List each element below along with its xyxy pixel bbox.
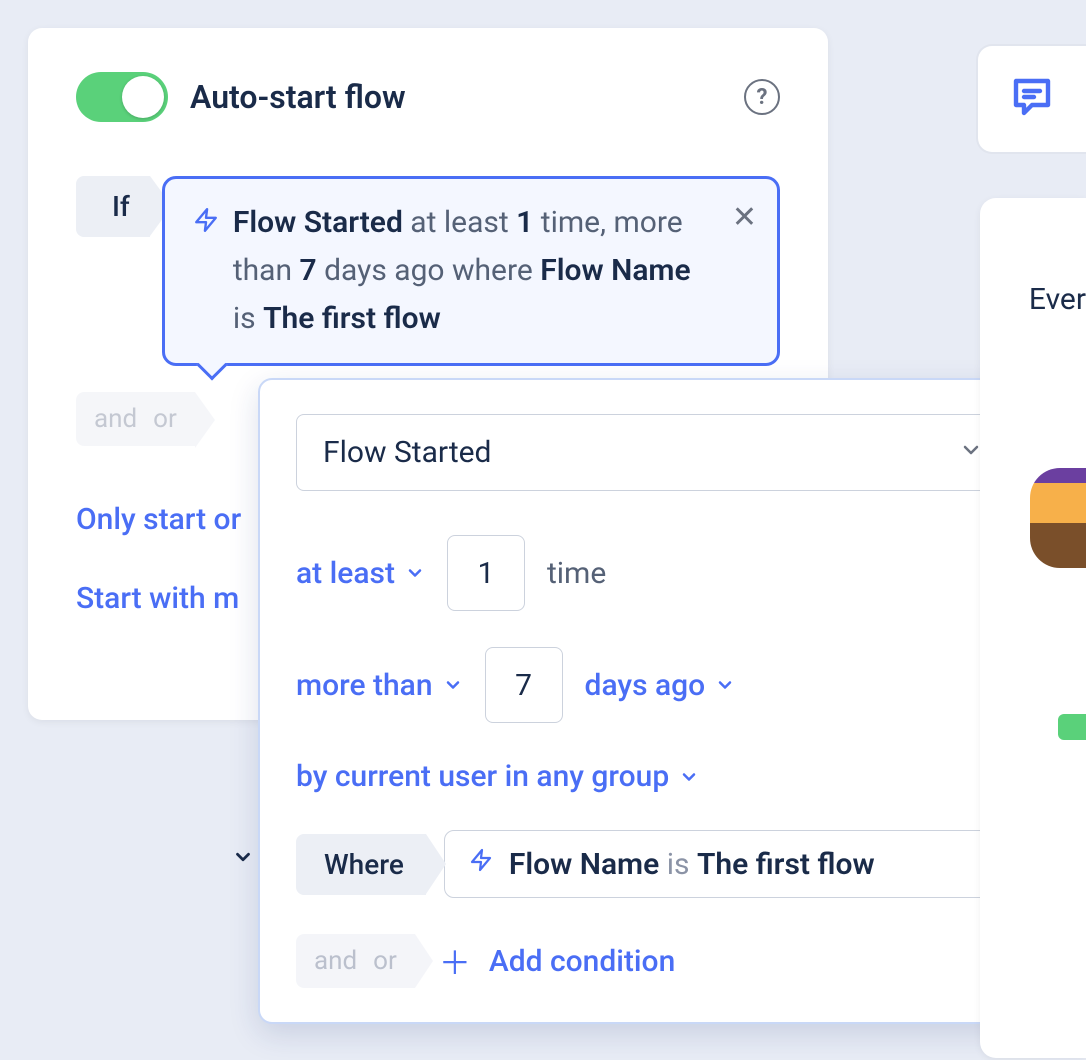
more-than-dropdown[interactable]: more than — [296, 668, 463, 703]
popup-pointer — [196, 349, 227, 380]
add-condition-button[interactable]: ＋ Add condition — [439, 938, 675, 984]
count-row: at least time — [296, 535, 1010, 611]
where-text: Flow Name is The first flow — [509, 847, 875, 882]
andor-selector[interactable]: and or — [76, 392, 195, 446]
or-option[interactable]: or — [373, 946, 397, 976]
if-label: If — [76, 176, 150, 237]
scope-row: by current user in any group — [296, 759, 1010, 794]
and-option[interactable]: and — [94, 404, 137, 434]
card-title: Auto-start flow — [190, 78, 744, 116]
where-label: Where — [296, 834, 426, 895]
toggle-knob — [122, 76, 164, 118]
time-label: time — [547, 556, 606, 591]
event-select[interactable]: Flow Started — [296, 414, 1010, 491]
green-accent — [1058, 714, 1086, 740]
andor-selector-small[interactable]: and or — [296, 934, 415, 988]
and-option[interactable]: and — [314, 946, 357, 976]
plus-icon: ＋ — [439, 938, 471, 984]
auto-start-toggle[interactable] — [76, 72, 168, 122]
add-condition-row: and or ＋ Add condition — [296, 934, 1010, 988]
where-row: Where Flow Name is The first flow — [296, 830, 1010, 898]
chat-icon — [1008, 73, 1056, 125]
time-row: more than days ago — [296, 647, 1010, 723]
lightning-icon — [469, 845, 493, 883]
help-icon[interactable]: ? — [744, 79, 780, 115]
chat-button[interactable] — [976, 44, 1086, 154]
card-header: Auto-start flow ? — [76, 72, 780, 122]
event-select-value: Flow Started — [323, 435, 491, 470]
condition-summary[interactable]: Flow Started at least 1 time, more than … — [162, 176, 780, 366]
remove-condition-button[interactable]: ✕ — [732, 203, 757, 233]
avatar — [1030, 468, 1086, 568]
if-condition-row: If Flow Started at least 1 time, more th… — [76, 176, 780, 366]
ever-label: Ever — [1029, 282, 1086, 317]
scope-dropdown[interactable]: by current user in any group — [296, 759, 699, 794]
count-input[interactable] — [447, 535, 525, 611]
chevron-down-icon — [232, 846, 254, 872]
right-panel: Ever — [980, 198, 1086, 1058]
days-input[interactable] — [485, 647, 563, 723]
lightning-icon — [193, 203, 219, 241]
condition-editor-popup: Flow Started at least time more than day… — [258, 378, 1048, 1024]
days-ago-dropdown[interactable]: days ago — [585, 668, 736, 703]
condition-text: Flow Started at least 1 time, more than … — [233, 199, 712, 343]
or-option[interactable]: or — [153, 404, 177, 434]
where-condition[interactable]: Flow Name is The first flow — [444, 830, 1010, 898]
at-least-dropdown[interactable]: at least — [296, 556, 425, 591]
